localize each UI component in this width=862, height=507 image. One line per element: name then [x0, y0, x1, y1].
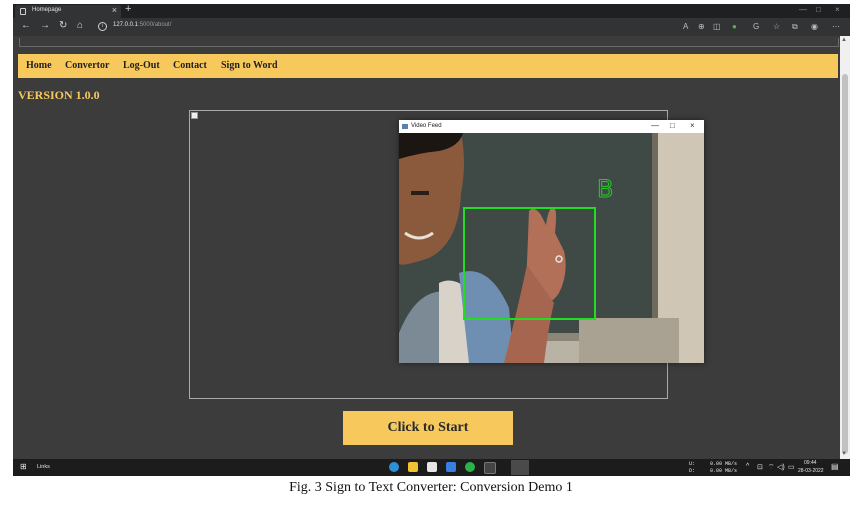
- camera-feed: B: [399, 133, 704, 363]
- nav-link-home[interactable]: Home: [26, 60, 52, 71]
- address-bar: ← → ↻ ⌂ i 127.0.0.1:5000/about/ A ⊕ ◫ ● …: [13, 18, 850, 36]
- notification-icon[interactable]: ▤: [831, 462, 839, 471]
- refresh-icon[interactable]: ↻: [59, 20, 67, 31]
- network-icon[interactable]: ⊡: [757, 463, 763, 471]
- new-tab-button[interactable]: +: [125, 4, 131, 15]
- mail-icon[interactable]: [427, 462, 437, 472]
- camera-frame-image: B: [399, 133, 704, 363]
- minimize-button[interactable]: —: [799, 5, 807, 14]
- file-explorer-icon[interactable]: [408, 462, 418, 472]
- nav-link-logout[interactable]: Log-Out: [123, 60, 160, 71]
- nav-link-contact[interactable]: Contact: [173, 60, 207, 71]
- detected-letter: B: [597, 175, 613, 203]
- terminal-icon[interactable]: [484, 462, 496, 474]
- battery-icon[interactable]: ▭: [788, 463, 795, 471]
- nav-link-convertor[interactable]: Convertor: [65, 60, 109, 71]
- collections-icon[interactable]: ⧉: [792, 22, 798, 32]
- links-toolbar-label[interactable]: Links: [37, 464, 50, 470]
- profile-icon[interactable]: ◉: [811, 22, 818, 31]
- navigation-bar: Home Convertor Log-Out Contact Sign to W…: [18, 54, 838, 78]
- tab-close-icon[interactable]: ×: [112, 5, 117, 15]
- url-text: 127.0.0.1:5000/about/: [113, 22, 172, 28]
- taskbar: ⊞ Links U: D: 0.00 MB/s 0.00 MB/s ^ ⊡ ⌔ …: [13, 459, 850, 476]
- video-feed-window[interactable]: Video Feed — □ × B: [399, 120, 704, 363]
- url-field[interactable]: i 127.0.0.1:5000/about/: [95, 21, 685, 33]
- extension-c-icon[interactable]: G: [753, 22, 759, 31]
- video-window-title: Video Feed: [411, 123, 442, 129]
- start-button[interactable]: Click to Start: [343, 411, 513, 445]
- extension-icon[interactable]: ◫: [713, 22, 721, 31]
- scroll-thumb[interactable]: [842, 74, 848, 454]
- net-down-label: D:: [689, 468, 696, 474]
- extension-green-icon[interactable]: ●: [732, 22, 737, 31]
- video-close-button[interactable]: ×: [690, 121, 695, 130]
- figure-caption: Fig. 3 Sign to Text Converter: Conversio…: [289, 480, 573, 495]
- favorites-icon[interactable]: ☆: [773, 22, 780, 31]
- video-feed-taskbar-icon[interactable]: [511, 460, 529, 475]
- info-icon[interactable]: i: [98, 22, 107, 31]
- windows-start-icon[interactable]: ⊞: [20, 462, 27, 471]
- scroll-down-icon[interactable]: ▼: [841, 451, 847, 457]
- nav-link-sign-to-word[interactable]: Sign to Word: [221, 60, 278, 71]
- zoom-app-icon[interactable]: [446, 462, 456, 472]
- broken-image-icon: [191, 112, 198, 119]
- scrollbar[interactable]: ▲ ▼: [840, 36, 850, 459]
- zoom-icon[interactable]: ⊕: [698, 22, 705, 31]
- more-menu-icon[interactable]: ⋯: [832, 22, 840, 31]
- video-minimize-button[interactable]: —: [651, 121, 659, 130]
- scroll-up-icon[interactable]: ▲: [841, 37, 847, 43]
- tab-bar: Homepage × + — □ ×: [13, 4, 850, 18]
- browser-tab[interactable]: Homepage ×: [15, 5, 121, 18]
- net-up-speed: 0.00 MB/s: [710, 461, 738, 467]
- edge-icon[interactable]: [389, 462, 399, 472]
- back-arrow-icon[interactable]: ←: [21, 20, 31, 31]
- screenshot: Homepage × + — □ × ← → ↻ ⌂ i 127.0.0.1:5…: [13, 4, 850, 476]
- net-down-speed: 0.00 MB/s: [710, 468, 738, 474]
- home-icon[interactable]: ⌂: [77, 20, 83, 31]
- tray-chevron-icon[interactable]: ^: [746, 463, 749, 470]
- volume-icon[interactable]: ◁): [777, 463, 785, 471]
- read-aloud-icon[interactable]: A: [683, 22, 688, 31]
- clock-date[interactable]: 28-03-2022: [798, 468, 824, 474]
- version-label: VERSION 1.0.0: [18, 88, 100, 102]
- clock-time[interactable]: 09:44: [804, 460, 817, 466]
- header-divider: [19, 38, 839, 47]
- maximize-button[interactable]: □: [816, 5, 821, 14]
- web-page: Home Convertor Log-Out Contact Sign to W…: [13, 36, 850, 459]
- page-icon: [20, 8, 26, 15]
- wifi-icon[interactable]: ⌔: [768, 463, 775, 472]
- close-window-button[interactable]: ×: [835, 5, 840, 14]
- tab-title: Homepage: [32, 7, 62, 13]
- video-maximize-button[interactable]: □: [670, 121, 675, 130]
- app-icon: [402, 124, 408, 129]
- net-up-label: U:: [689, 461, 696, 467]
- forward-arrow-icon[interactable]: →: [40, 20, 50, 31]
- whatsapp-icon[interactable]: [465, 462, 475, 472]
